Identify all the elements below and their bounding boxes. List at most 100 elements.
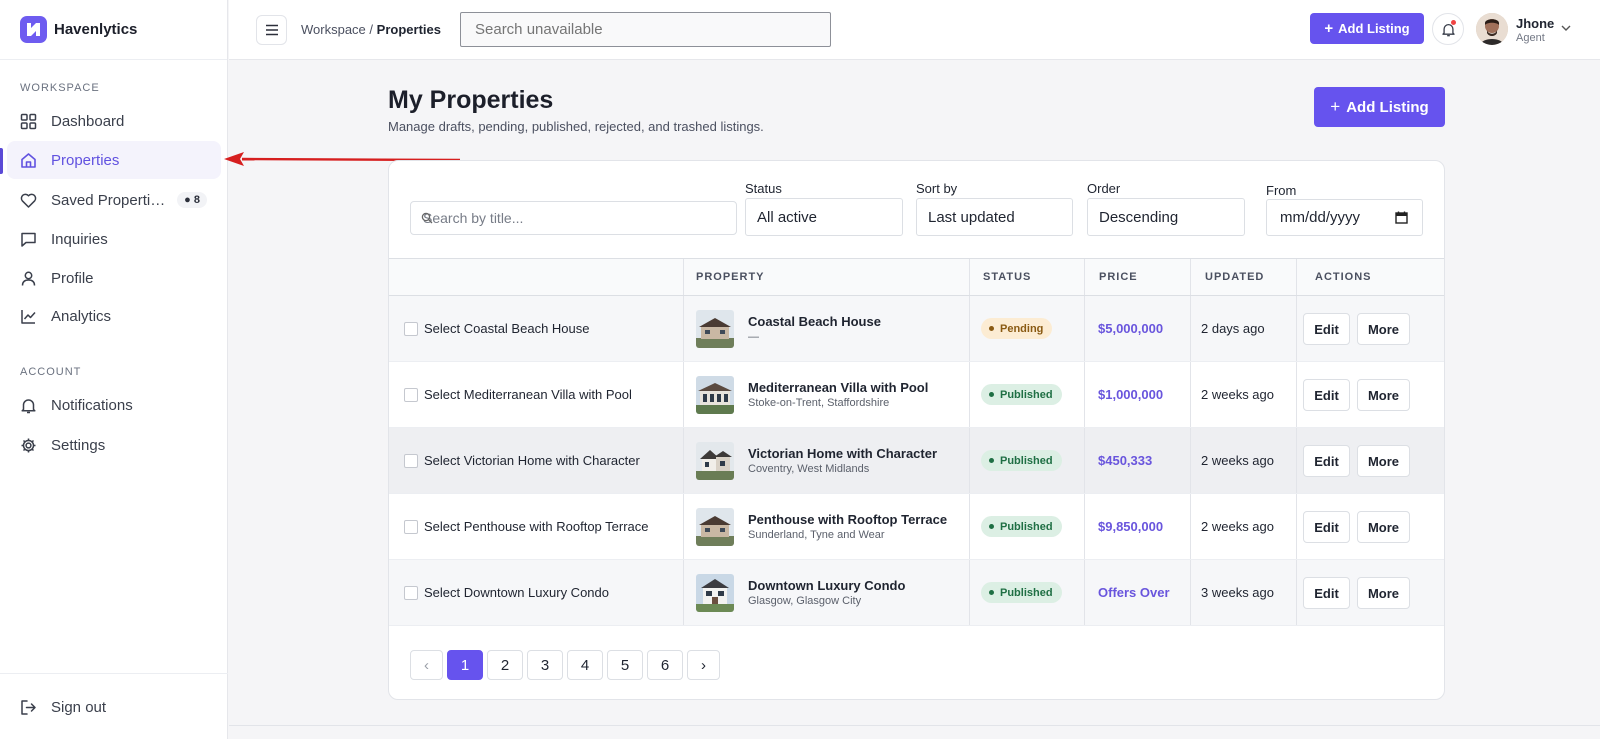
topbar-add-listing-button[interactable]: + Add Listing — [1310, 13, 1424, 44]
sidebar-item-label: Profile — [51, 269, 94, 287]
sidebar-item-saved-properties[interactable]: Saved Properti… ● 8 — [7, 181, 221, 219]
table-row[interactable]: Select Mediterranean Villa with Pool Med… — [389, 362, 1444, 428]
row-select-label[interactable]: Select Mediterranean Villa with Pool — [424, 387, 632, 402]
sidebar-item-analytics[interactable]: Analytics — [7, 297, 221, 335]
chevron-down-icon[interactable] — [1561, 25, 1571, 32]
grid-icon — [20, 113, 37, 129]
pagination: ‹ 1 2 3 4 5 6 › — [410, 650, 724, 680]
sidebar-item-settings[interactable]: Settings — [7, 426, 221, 464]
row-checkbox[interactable] — [404, 586, 418, 600]
topbar: Workspace / Properties + Add Listing Jho… — [229, 0, 1600, 60]
status-select[interactable]: All active — [745, 198, 903, 236]
avatar[interactable] — [1476, 13, 1508, 45]
more-button[interactable]: More — [1357, 511, 1410, 543]
row-select-label[interactable]: Select Downtown Luxury Condo — [424, 585, 609, 600]
breadcrumb-parent[interactable]: Workspace — [301, 22, 366, 37]
property-price: $450,333 — [1098, 453, 1153, 468]
property-title[interactable]: Mediterranean Villa with Pool — [748, 380, 928, 395]
brand[interactable]: Havenlytics — [0, 0, 227, 60]
table-row[interactable]: Select Penthouse with Rooftop Terrace Pe… — [389, 494, 1444, 560]
edit-button[interactable]: Edit — [1303, 511, 1350, 543]
sidebar-item-notifications[interactable]: Notifications — [7, 386, 221, 424]
pagination-page-4[interactable]: 4 — [567, 650, 603, 680]
property-updated: 3 weeks ago — [1201, 585, 1274, 600]
more-button[interactable]: More — [1357, 313, 1410, 345]
property-updated: 2 weeks ago — [1201, 519, 1274, 534]
row-select-label[interactable]: Select Coastal Beach House — [424, 321, 589, 336]
calendar-icon[interactable] — [1395, 211, 1408, 224]
notifications-button[interactable] — [1432, 13, 1464, 45]
table-row[interactable]: Select Downtown Luxury Condo Downtown Lu… — [389, 560, 1444, 626]
pagination-next-button[interactable]: › — [687, 650, 720, 680]
edit-button[interactable]: Edit — [1303, 445, 1350, 477]
status-badge: Published — [981, 582, 1062, 603]
sidebar-item-profile[interactable]: Profile — [7, 259, 221, 297]
property-title[interactable]: Victorian Home with Character — [748, 446, 937, 461]
table-row[interactable]: Select Coastal Beach House Coastal Beach… — [389, 296, 1444, 362]
from-date-label: From — [1266, 183, 1297, 198]
column-header-status: STATUS — [983, 271, 1032, 283]
edit-button[interactable]: Edit — [1303, 379, 1350, 411]
property-updated: 2 weeks ago — [1201, 453, 1274, 468]
global-search-input[interactable] — [460, 12, 831, 47]
sidebar-item-dashboard[interactable]: Dashboard — [7, 102, 221, 140]
plus-icon: + — [1330, 97, 1341, 116]
property-title[interactable]: Downtown Luxury Condo — [748, 578, 905, 593]
row-checkbox[interactable] — [404, 322, 418, 336]
pagination-prev-button[interactable]: ‹ — [410, 650, 443, 680]
more-button[interactable]: More — [1357, 445, 1410, 477]
property-thumbnail — [696, 442, 734, 480]
page-title: My Properties — [388, 86, 554, 114]
order-select[interactable]: Descending — [1087, 198, 1245, 236]
table-row[interactable]: Select Victorian Home with Character Vic… — [389, 428, 1444, 494]
home-icon — [21, 152, 36, 168]
title-search-input[interactable]: Search by title... — [410, 201, 737, 235]
sidebar-item-properties[interactable]: Properties — [7, 141, 221, 179]
order-filter-label: Order — [1087, 181, 1121, 196]
row-checkbox[interactable] — [404, 454, 418, 468]
more-button[interactable]: More — [1357, 379, 1410, 411]
property-price: $1,000,000 — [1098, 387, 1164, 402]
column-header-property: PROPERTY — [696, 271, 765, 283]
pagination-page-5[interactable]: 5 — [607, 650, 643, 680]
signout-icon — [21, 699, 36, 715]
row-select-label[interactable]: Select Victorian Home with Character — [424, 453, 640, 468]
status-badge: Published — [981, 516, 1062, 537]
property-thumbnail — [696, 508, 734, 546]
property-location: Coventry, West Midlands — [748, 463, 870, 475]
property-location: — — [748, 331, 759, 343]
property-title[interactable]: Penthouse with Rooftop Terrace — [748, 512, 947, 527]
sidebar-item-inquiries[interactable]: Inquiries — [7, 220, 221, 258]
user-name: Jhone — [1516, 16, 1555, 31]
edit-button[interactable]: Edit — [1303, 313, 1350, 345]
edit-button[interactable]: Edit — [1303, 577, 1350, 609]
add-listing-label: Add Listing — [1338, 21, 1410, 36]
chat-icon — [21, 232, 36, 247]
user-role: Agent — [1516, 32, 1545, 44]
from-date-input[interactable]: mm/dd/yyyy — [1266, 199, 1423, 236]
property-price: $5,000,000 — [1098, 321, 1164, 336]
status-badge: Published — [981, 450, 1062, 471]
add-listing-button[interactable]: + Add Listing — [1314, 87, 1445, 127]
signout-button[interactable]: Sign out — [7, 688, 221, 726]
section-label-workspace: WORKSPACE — [20, 82, 100, 94]
row-select-label[interactable]: Select Penthouse with Rooftop Terrace — [424, 519, 649, 534]
property-location: Sunderland, Tyne and Wear — [748, 529, 885, 541]
property-location: Glasgow, Glasgow City — [748, 595, 862, 607]
property-thumbnail — [696, 310, 734, 348]
property-title[interactable]: Coastal Beach House — [748, 314, 881, 329]
sidebar-item-label: Saved Properti… — [51, 191, 166, 209]
menu-toggle-button[interactable] — [256, 15, 287, 45]
pagination-page-2[interactable]: 2 — [487, 650, 523, 680]
status-filter-label: Status — [745, 181, 782, 196]
more-button[interactable]: More — [1357, 577, 1410, 609]
sort-select[interactable]: Last updated — [916, 198, 1073, 236]
column-header-actions: ACTIONS — [1315, 271, 1372, 283]
row-checkbox[interactable] — [404, 520, 418, 534]
row-checkbox[interactable] — [404, 388, 418, 402]
pagination-page-6[interactable]: 6 — [647, 650, 683, 680]
pagination-page-3[interactable]: 3 — [527, 650, 563, 680]
property-price: Offers Over — [1098, 585, 1170, 600]
pagination-page-1[interactable]: 1 — [447, 650, 483, 680]
notification-dot — [1451, 20, 1456, 25]
